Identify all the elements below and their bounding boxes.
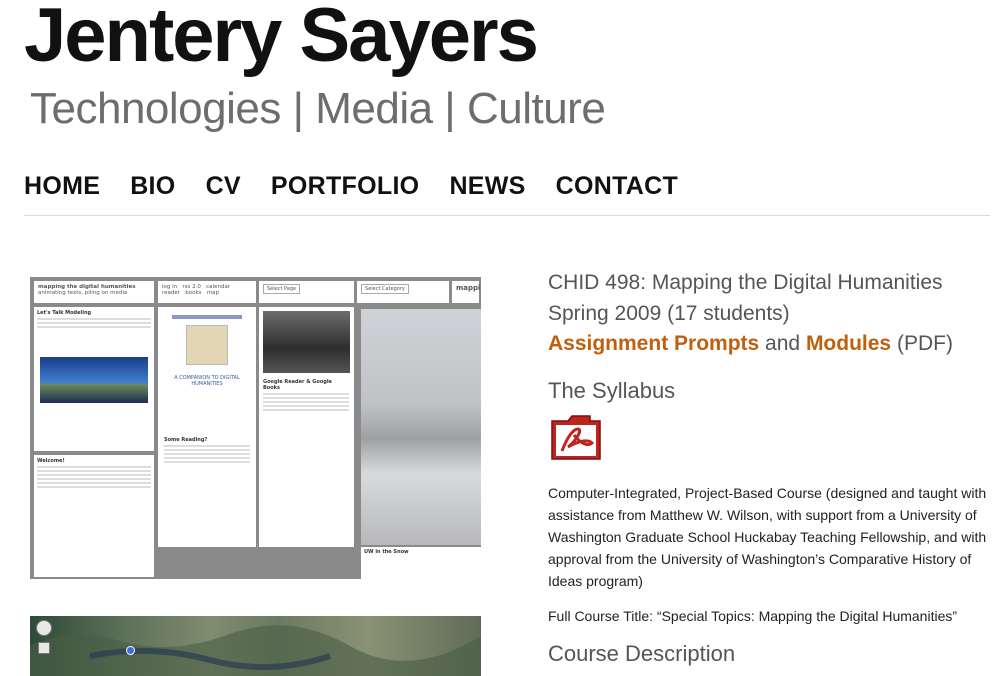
nav-divider — [24, 215, 990, 216]
shot-blog-subtitle: animating texts, piling on media — [38, 290, 128, 296]
nav-news[interactable]: NEWS — [449, 172, 525, 201]
shot-post-reading: A COMPANION TO DIGITAL HUMANITIES Some R… — [158, 307, 256, 547]
nav-home[interactable]: HOME — [24, 172, 100, 201]
syllabus-heading: The Syllabus — [548, 378, 676, 403]
modules-link[interactable]: Modules — [806, 332, 891, 355]
nav-portfolio[interactable]: PORTFOLIO — [271, 172, 420, 201]
shot-search: mapping — [452, 281, 481, 303]
shot-link: reader — [162, 290, 181, 296]
shot-link: books — [185, 290, 202, 296]
shot-photo-caption-box: UW in the Snow — [361, 547, 481, 579]
and-text: and — [765, 332, 801, 355]
shot-link: map — [206, 290, 220, 296]
shot-typewriter-image — [263, 311, 350, 373]
shot-category-select: Select Category — [357, 281, 449, 303]
site-tagline: Technologies | Media | Culture — [30, 84, 606, 133]
shot-post-google: Google Reader & Google Books — [259, 307, 354, 547]
pdf-folder-icon — [551, 415, 601, 460]
shot-top-links: log in rss 2.0 calendar reader books map — [158, 281, 256, 303]
pdf-label: (PDF) — [896, 332, 953, 355]
shot-book-image — [186, 325, 228, 365]
shot-post-welcome: Welcome! — [34, 455, 154, 577]
map-pin-icon — [126, 646, 135, 655]
syllabus-pdf-icon[interactable] — [550, 413, 602, 461]
course-blog-screenshot[interactable]: mapping the digital humanities animating… — [30, 277, 481, 579]
nav-cv[interactable]: CV — [206, 172, 241, 201]
assignment-prompts-link[interactable]: Assignment Prompts — [548, 332, 759, 355]
map-pan-control-icon[interactable] — [36, 620, 52, 636]
course-title: CHID 498: Mapping the Digital Humanities — [548, 271, 943, 294]
nav-contact[interactable]: CONTACT — [556, 172, 678, 201]
shot-blog-header: mapping the digital humanities animating… — [34, 281, 154, 303]
site-title[interactable]: Jentery Sayers — [24, 0, 539, 79]
map-zoom-control-icon[interactable] — [38, 642, 50, 654]
full-course-title: Full Course Title: “Special Topics: Mapp… — [548, 608, 958, 624]
nav-bio[interactable]: BIO — [130, 172, 175, 201]
shot-post-modeling: Let's Talk Modeling — [34, 307, 154, 451]
shot-post-image — [40, 357, 148, 403]
course-links-line: Assignment Prompts and Modules (PDF) — [548, 332, 953, 356]
shot-page-select: Select Page — [259, 281, 354, 303]
main-nav: HOME BIO CV PORTFOLIO NEWS CONTACT — [24, 172, 708, 201]
course-description-text: Computer-Integrated, Project-Based Cours… — [548, 485, 987, 589]
map-terrain — [30, 625, 481, 676]
course-description-heading: Course Description — [548, 641, 736, 666]
shot-snow-photo — [361, 309, 481, 545]
course-term: Spring 2009 (17 students) — [548, 302, 790, 325]
course-map-screenshot[interactable] — [30, 616, 481, 676]
